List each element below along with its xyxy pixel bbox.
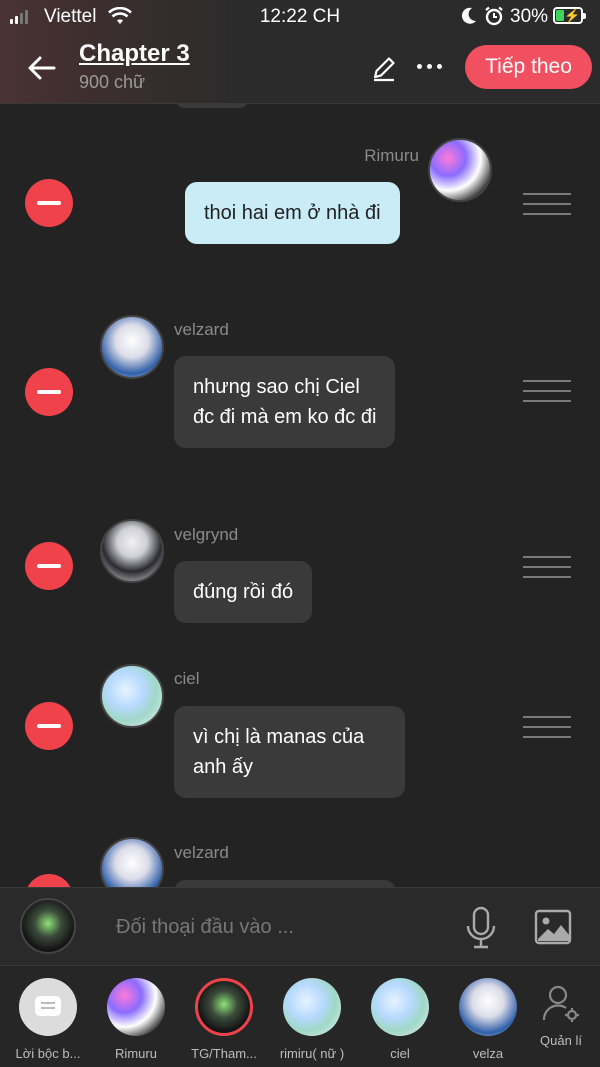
avatar — [283, 978, 341, 1036]
speaker-name: ciel — [174, 669, 200, 688]
character-label: Lời bộc b... — [15, 1046, 81, 1061]
avatar[interactable] — [100, 519, 164, 583]
message-bubble[interactable]: vì chị là manas của anh ấy — [174, 706, 405, 798]
character-rimuru[interactable]: Rimuru — [92, 978, 180, 1061]
speaker-name: velzard — [174, 843, 229, 862]
delete-icon[interactable] — [25, 368, 73, 416]
avatar[interactable] — [428, 138, 492, 202]
avatar — [107, 978, 165, 1036]
drag-handle-icon[interactable] — [523, 380, 571, 410]
next-chapter-button[interactable]: Tiếp theo — [465, 45, 592, 89]
pencil-icon[interactable] — [370, 54, 398, 82]
message-bubble[interactable]: đúng rồi đó — [174, 561, 313, 623]
status-bar: Viettel 12:22 CH 30% ⚡ — [0, 0, 600, 34]
character-label: TG/Tham... — [191, 1046, 257, 1061]
avatar — [459, 978, 517, 1036]
more-icon[interactable] — [417, 64, 442, 69]
speaker-name: Rimuru — [364, 146, 419, 165]
message-bubble[interactable] — [174, 880, 396, 887]
back-arrow-icon[interactable] — [24, 50, 60, 86]
top-bar: Viettel 12:22 CH 30% ⚡ Chapter 3 900 chữ… — [0, 0, 600, 104]
avatar — [195, 978, 253, 1036]
message-bubble[interactable]: nhưng sao chị Ciel đc đi mà em ko đc đi — [174, 356, 396, 448]
composer-bar — [0, 887, 600, 965]
manage-label: Quản lí — [540, 1033, 582, 1048]
avatar[interactable] — [20, 898, 76, 954]
speaker-name: velzard — [174, 320, 229, 339]
alarm-icon — [485, 6, 503, 26]
dialogue-input[interactable] — [116, 910, 436, 944]
character-rimiru-nu[interactable]: rimiru( nữ ) — [268, 978, 356, 1061]
image-icon[interactable] — [534, 908, 572, 946]
character-label: ciel — [390, 1046, 410, 1061]
drag-handle-icon[interactable] — [523, 193, 571, 223]
manage-button[interactable]: Quản lí — [530, 984, 592, 1048]
previous-bubble — [175, 104, 249, 108]
microphone-icon[interactable] — [464, 906, 498, 950]
chat-area[interactable]: Rimuru thoi hai em ở nhà đi velzard nhưn… — [0, 104, 600, 887]
character-velza[interactable]: velza — [444, 978, 532, 1061]
avatar — [371, 978, 429, 1036]
character-strip: Lời bộc b... Rimuru TG/Tham... rimiru( n… — [0, 965, 600, 1067]
speaker-name: velgrynd — [174, 525, 239, 544]
message-bubble[interactable]: thoi hai em ở nhà đi — [185, 182, 400, 244]
character-label: velza — [472, 1046, 504, 1061]
chapter-title[interactable]: Chapter 3 — [79, 40, 190, 68]
delete-icon[interactable] — [25, 874, 73, 887]
character-ciel[interactable]: ciel — [356, 978, 444, 1061]
manage-user-icon — [542, 985, 579, 1022]
battery-percent: 30% — [510, 6, 549, 27]
narration-icon — [19, 978, 77, 1036]
moon-icon — [461, 7, 476, 24]
character-label: Rimuru — [115, 1046, 157, 1061]
delete-icon[interactable] — [25, 179, 73, 227]
word-count: 900 chữ — [79, 72, 146, 92]
character-label: rimiru( nữ ) — [279, 1046, 345, 1061]
battery-icon: ⚡ — [553, 7, 586, 24]
drag-handle-icon[interactable] — [523, 556, 571, 586]
delete-icon[interactable] — [25, 702, 73, 750]
delete-icon[interactable] — [25, 542, 73, 590]
drag-handle-icon[interactable] — [523, 716, 571, 746]
avatar[interactable] — [100, 664, 164, 728]
character-narration[interactable]: Lời bộc b... — [4, 978, 92, 1061]
avatar[interactable] — [100, 837, 164, 887]
character-tg[interactable]: TG/Tham... — [180, 978, 268, 1061]
avatar[interactable] — [100, 315, 164, 379]
